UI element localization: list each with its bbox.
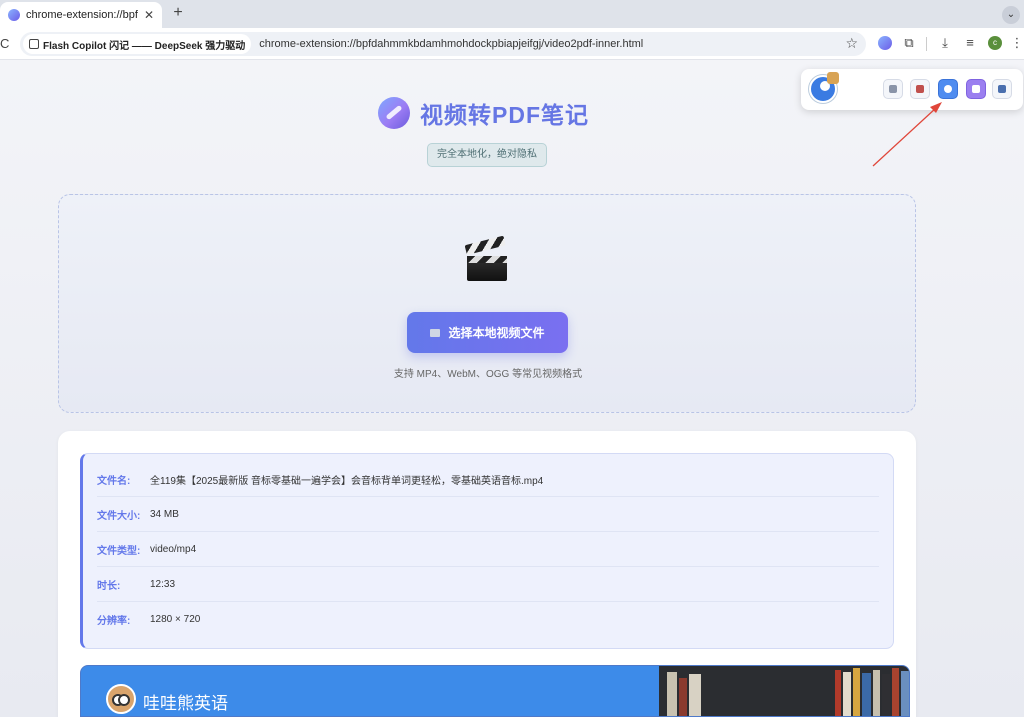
browser-tab-bar: chrome-extension://bpfdahmm ✕ + ⌄ [0,0,1024,28]
page-header: 视频转PDF笔记 [378,96,589,130]
new-tab-button[interactable]: + [168,4,188,22]
select-video-label: 选择本地视频文件 [448,326,545,340]
media-control-icon[interactable]: ≡ [963,36,977,50]
info-label: 时长: [97,580,121,592]
info-row-duration: 时长: 12:33 [97,567,879,602]
folder-icon [430,328,441,337]
video-to-pdf-tool-icon[interactable] [938,79,958,99]
address-bar[interactable]: Flash Copilot 闪记 —— DeepSeek 强力驱动 chrome… [20,32,866,56]
select-video-button[interactable]: 选择本地视频文件 [407,312,568,353]
file-info-panel: 文件名: 全119集【2025最新版 音标零基础一遍学会】会音标背单词更轻松，零… [58,431,916,717]
reload-icon[interactable]: C [0,36,9,51]
browser-menu-icon[interactable]: ⋮ [1010,36,1024,50]
site-chip-label: Flash Copilot 闪记 —— DeepSeek 强力驱动 [43,40,246,52]
browser-tab[interactable]: chrome-extension://bpfdahmm ✕ [0,2,162,28]
reader-book-tool-icon[interactable] [992,79,1012,99]
info-row-filesize: 文件大小: 34 MB [97,497,879,532]
site-info-chip[interactable]: Flash Copilot 闪记 —— DeepSeek 强力驱动 [23,34,252,54]
info-label: 文件名: [97,475,131,487]
notification-badge-icon [827,72,839,84]
bookmark-star-icon[interactable]: ☆ [845,35,858,52]
info-row-filetype: 文件类型: video/mp4 [97,532,879,567]
video-channel-name: 哇哇熊英语 [143,694,228,713]
info-value: 12:33 [150,578,176,590]
info-row-resolution: 分辨率: 1280 × 720 [97,602,879,637]
info-value: video/mp4 [150,543,197,555]
profile-avatar[interactable]: c [988,36,1002,50]
video-drop-zone[interactable]: 选择本地视频文件 支持 MP4、WebM、OGG 等常见视频格式 [58,194,916,413]
browser-toolbar: C Flash Copilot 闪记 —— DeepSeek 强力驱动 chro… [0,28,1024,60]
tab-close-icon[interactable]: ✕ [144,8,154,22]
extension-favicon-icon [8,9,20,21]
bookshelf-image [659,666,909,716]
notes-tool-icon[interactable] [966,79,986,99]
privacy-badge: 完全本地化，绝对隐私 [427,143,547,167]
owl-mascot-icon [106,684,136,714]
download-icon[interactable]: ⤓ [938,36,952,50]
info-value: 全119集【2025最新版 音标零基础一遍学会】会音标背单词更轻松，零基础英语音… [150,475,544,487]
url-text[interactable]: chrome-extension://bpfdahmmkbdamhmohdock… [259,38,643,50]
info-value: 1280 × 720 [150,614,201,625]
info-value: 34 MB [150,508,179,520]
info-label: 文件类型: [97,545,141,557]
video-preview[interactable]: 哇哇熊英语 [80,665,910,717]
page-title: 视频转PDF笔记 [420,102,589,128]
extension-popup [801,69,1023,110]
pdf-tool-icon[interactable] [910,79,930,99]
tab-title: chrome-extension://bpfdahmm [26,9,138,21]
info-label: 文件大小: [97,510,141,522]
supported-formats-hint: 支持 MP4、WebM、OGG 等常见视频格式 [393,369,583,380]
toolbar-divider [926,37,927,51]
tab-search-chevron-icon[interactable]: ⌄ [1002,6,1020,24]
extensions-puzzle-icon[interactable]: ⧉ [902,36,916,50]
info-row-filename: 文件名: 全119集【2025最新版 音标零基础一遍学会】会音标背单词更轻松，零… [97,462,879,497]
clapperboard-icon [464,235,507,281]
info-label: 分辨率: [97,616,131,627]
app-logo-icon [378,97,410,129]
extension-page-icon [29,39,39,49]
file-info-card: 文件名: 全119集【2025最新版 音标零基础一遍学会】会音标背单词更轻松，零… [80,453,894,649]
page-content: 视频转PDF笔记 完全本地化，绝对隐私 选择本地视频文件 支持 MP4、WebM… [0,60,1024,717]
print-tool-icon[interactable] [883,79,903,99]
flash-copilot-extension-icon[interactable] [878,36,892,50]
